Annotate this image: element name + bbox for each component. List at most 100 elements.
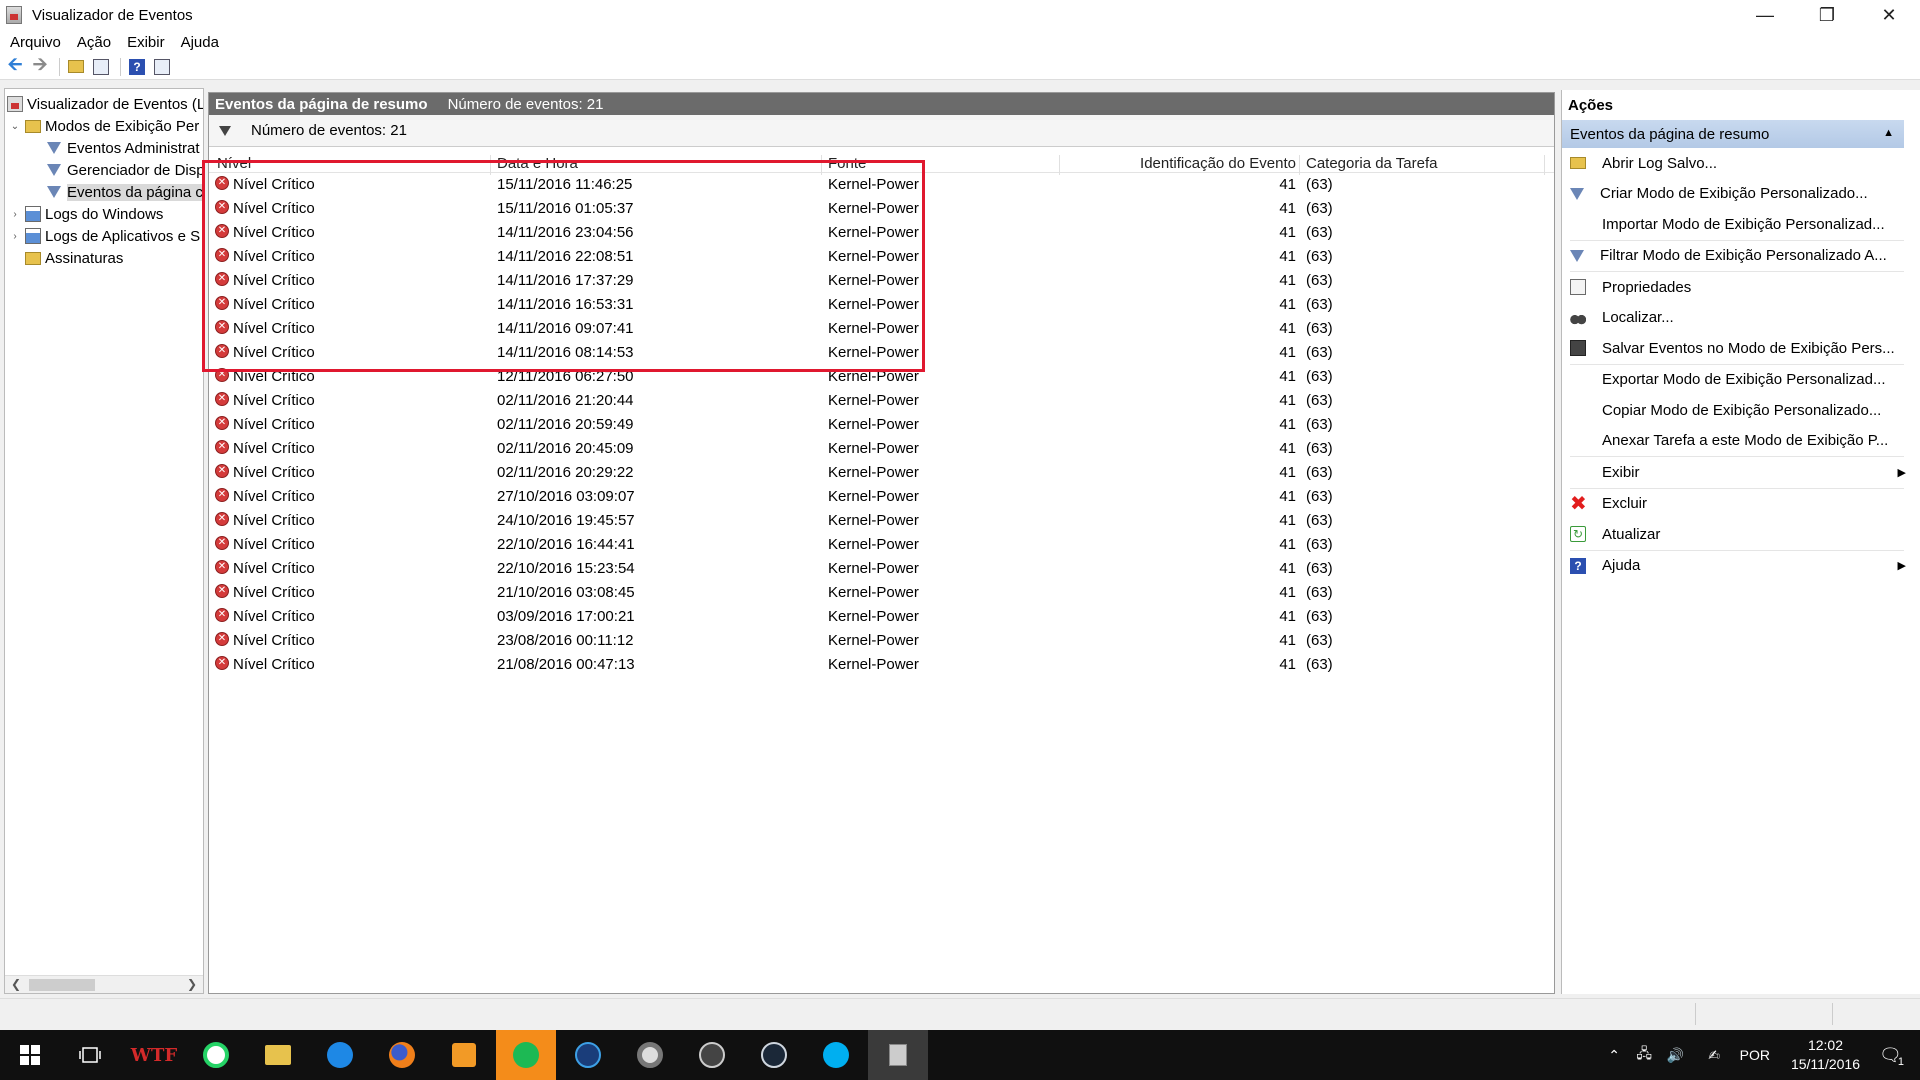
cell-level: Nível Crítico	[233, 224, 315, 241]
tree-item-administrative-events[interactable]: Eventos Administrat	[47, 137, 200, 159]
menu-ajuda[interactable]: Ajuda	[175, 34, 225, 51]
table-row[interactable]: ✕ Nível Crítico 15/11/2016 11:46:25 Kernel-…	[209, 173, 1554, 197]
notification-count: 1	[1897, 1056, 1904, 1068]
table-row[interactable]: ✕ Nível Crítico 12/11/2016 06:27:50 Kernel-…	[209, 365, 1554, 389]
forward-arrow-icon[interactable]: 🡪	[29, 54, 51, 78]
messenger-icon[interactable]	[310, 1030, 370, 1080]
table-row[interactable]: ✕ Nível Crítico 14/11/2016 17:37:29 Kernel-…	[209, 269, 1554, 293]
scrollbar-thumb[interactable]	[29, 979, 95, 991]
chevron-down-icon[interactable]: ⌄	[9, 121, 21, 132]
back-arrow-icon[interactable]: 🡨	[4, 54, 26, 78]
table-row[interactable]: ✕ Nível Crítico 02/11/2016 20:45:09 Kernel-…	[209, 437, 1554, 461]
show-hidden-icons-icon[interactable]: ⌃	[1608, 1030, 1620, 1080]
language-indicator[interactable]: POR	[1740, 1030, 1770, 1080]
scroll-left-icon[interactable]: ❮	[11, 977, 21, 991]
media-player-icon[interactable]	[434, 1030, 494, 1080]
chevron-right-icon[interactable]: ›	[9, 209, 21, 220]
cell-level: Nível Crítico	[233, 416, 315, 433]
action-item[interactable]: Criar Modo de Exibição Personalizado...	[1562, 179, 1920, 210]
whatsapp-icon[interactable]	[186, 1030, 246, 1080]
action-item[interactable]: Filtrar Modo de Exibição Personalizado A…	[1562, 241, 1920, 272]
critical-error-icon: ✕	[215, 512, 229, 526]
help-icon[interactable]: ?	[126, 56, 148, 78]
task-view-icon[interactable]	[60, 1030, 120, 1080]
taskbar: WTF ⌃ 🖧 🔊 ✍ POR 12:02 15/11/2016 🗨 1	[0, 1030, 1920, 1080]
tree-item-subscriptions[interactable]: Assinaturas	[25, 247, 123, 269]
game-app-icon[interactable]	[682, 1030, 742, 1080]
action-item[interactable]: Anexar Tarefa a este Modo de Exibição P.…	[1562, 426, 1920, 457]
menu-acao[interactable]: Ação	[71, 34, 117, 51]
column-header-source[interactable]: Fonte	[828, 155, 866, 172]
close-button[interactable]: ✕	[1858, 0, 1920, 30]
table-row[interactable]: ✕ Nível Crítico 02/11/2016 20:29:22 Kernel-…	[209, 461, 1554, 485]
action-item[interactable]: Copiar Modo de Exibição Personalizado...	[1562, 395, 1920, 426]
action-item[interactable]: Abrir Log Salvo...	[1562, 148, 1920, 179]
table-row[interactable]: ✕ Nível Crítico 22/10/2016 15:23:54 Kernel-…	[209, 557, 1554, 581]
action-item[interactable]: Salvar Eventos no Modo de Exibição Pers.…	[1562, 333, 1920, 364]
skype-icon[interactable]	[806, 1030, 866, 1080]
spotify-icon[interactable]	[496, 1030, 556, 1080]
chevron-right-icon[interactable]: ›	[9, 231, 21, 242]
firefox-icon[interactable]	[372, 1030, 432, 1080]
column-header-level[interactable]: Nível	[217, 155, 251, 172]
notification-center-icon[interactable]: 🗨 1	[1879, 1030, 1904, 1080]
event-viewer-taskbar-icon[interactable]	[868, 1030, 928, 1080]
clock[interactable]: 12:02 15/11/2016	[1791, 1036, 1860, 1074]
steam-icon[interactable]	[744, 1030, 804, 1080]
table-row[interactable]: ✕ Nível Crítico 02/11/2016 20:59:49 Kernel-…	[209, 413, 1554, 437]
volume-icon[interactable]: 🔊	[1667, 1030, 1684, 1080]
menu-arquivo[interactable]: Arquivo	[4, 34, 67, 51]
action-item[interactable]: Importar Modo de Exibição Personalizad..…	[1562, 209, 1920, 240]
action-item[interactable]: Exportar Modo de Exibição Personalizad..…	[1562, 365, 1920, 396]
table-row[interactable]: ✕ Nível Crítico 21/10/2016 03:08:45 Kernel-…	[209, 581, 1554, 605]
scroll-right-icon[interactable]: ❯	[187, 977, 197, 991]
table-row[interactable]: ✕ Nível Crítico 02/11/2016 21:20:44 Kernel-…	[209, 389, 1554, 413]
show-hide-tree-icon[interactable]	[90, 56, 112, 78]
tree-item-summary-page-events[interactable]: Eventos da página c	[47, 181, 203, 203]
table-row[interactable]: ✕ Nível Crítico 14/11/2016 22:08:51 Kernel-…	[209, 245, 1554, 269]
menu-exibir[interactable]: Exibir	[121, 34, 171, 51]
action-item[interactable]: ↻ Atualizar	[1562, 519, 1920, 550]
column-header-date[interactable]: Data e Hora	[497, 155, 578, 172]
actions-section-header[interactable]: Eventos da página de resumo ▲	[1562, 120, 1904, 148]
table-row[interactable]: ✕ Nível Crítico 14/11/2016 09:07:41 Kernel-…	[209, 317, 1554, 341]
table-row[interactable]: ✕ Nível Crítico 14/11/2016 08:14:53 Kernel-…	[209, 341, 1554, 365]
column-header-task-category[interactable]: Categoria da Tarefa	[1306, 155, 1437, 172]
tree-item-device-manager[interactable]: Gerenciador de Disp	[47, 159, 203, 181]
table-row[interactable]: ✕ Nível Crítico 15/11/2016 01:05:37 Kernel-…	[209, 197, 1554, 221]
action-item[interactable]: ? Ajuda ▶	[1562, 551, 1920, 582]
wtf-app-icon[interactable]: WTF	[124, 1030, 184, 1080]
minimize-button[interactable]: —	[1734, 0, 1796, 30]
table-row[interactable]: ✕ Nível Crítico 03/09/2016 17:00:21 Kernel-…	[209, 605, 1554, 629]
table-row[interactable]: ✕ Nível Crítico 23/08/2016 00:11:12 Kernel-…	[209, 629, 1554, 653]
file-explorer-icon[interactable]	[248, 1030, 308, 1080]
table-row[interactable]: ✕ Nível Crítico 21/08/2016 00:47:13 Kernel-…	[209, 653, 1554, 677]
tree-item-event-viewer[interactable]: Visualizador de Eventos (L	[7, 93, 203, 115]
tree-item-application-logs[interactable]: › Logs de Aplicativos e S	[9, 225, 200, 247]
windows-start-icon[interactable]	[0, 1030, 60, 1080]
toolbar: 🡨 🡪 ?	[0, 54, 1920, 80]
table-row[interactable]: ✕ Nível Crítico 24/10/2016 19:45:57 Kernel-…	[209, 509, 1554, 533]
column-header-event-id[interactable]: Identificação do Evento	[1140, 155, 1296, 172]
cell-event-id: 41	[1279, 392, 1296, 409]
pen-icon[interactable]: ✍	[1708, 1030, 1720, 1080]
collapse-up-icon[interactable]: ▲	[1883, 127, 1894, 139]
action-item[interactable]: Localizar...	[1562, 303, 1920, 334]
tree-item-custom-views[interactable]: ⌄ Modos de Exibição Per	[9, 115, 199, 137]
table-row[interactable]: ✕ Nível Crítico 22/10/2016 16:44:41 Kernel-…	[209, 533, 1554, 557]
horizontal-scrollbar[interactable]: ❮ ❯	[5, 975, 203, 993]
action-item[interactable]: Propriedades	[1562, 272, 1920, 303]
show-hide-action-pane-icon[interactable]	[151, 56, 173, 78]
table-row[interactable]: ✕ Nível Crítico 14/11/2016 16:53:31 Kernel-…	[209, 293, 1554, 317]
tree-item-windows-logs[interactable]: › Logs do Windows	[9, 203, 163, 225]
table-row[interactable]: ✕ Nível Crítico 14/11/2016 23:04:56 Kernel-…	[209, 221, 1554, 245]
network-icon[interactable]: 🖧	[1636, 1030, 1652, 1080]
table-row[interactable]: ✕ Nível Crítico 27/10/2016 03:09:07 Kernel-…	[209, 485, 1554, 509]
action-item[interactable]: ✖ Excluir	[1562, 489, 1920, 520]
battlenet-icon[interactable]	[558, 1030, 618, 1080]
up-folder-icon[interactable]	[65, 56, 87, 78]
action-item[interactable]: Exibir ▶	[1562, 457, 1920, 488]
settings-app-icon[interactable]	[620, 1030, 680, 1080]
cell-task-category: (63)	[1306, 512, 1333, 529]
restore-button[interactable]: ❐	[1796, 0, 1858, 30]
